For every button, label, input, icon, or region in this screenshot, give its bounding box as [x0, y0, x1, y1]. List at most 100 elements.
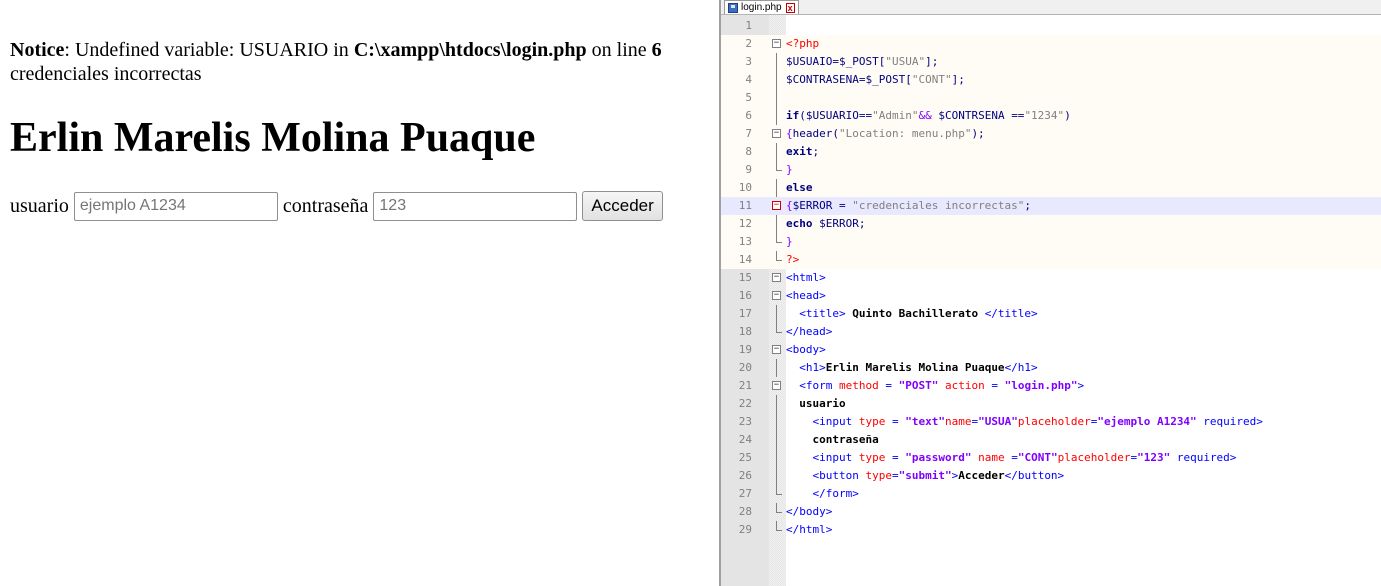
code-text: <input type = "text"name="USUA"placehold…	[786, 413, 1263, 431]
code-token: </form>	[812, 487, 859, 500]
fold-guide	[776, 467, 777, 485]
code-token: </title>	[984, 307, 1038, 320]
code-line[interactable]: 8 exit;	[721, 143, 1381, 161]
code-text: $USUAIO=$_POST["USUA"];	[786, 53, 938, 71]
code-token: <form	[799, 379, 839, 392]
code-line[interactable]: 15 − <html>	[721, 269, 1381, 287]
code-token: ];	[925, 55, 939, 68]
code-token: "Admin"	[872, 109, 919, 122]
error-message: credenciales incorrectas	[10, 63, 202, 85]
code-line[interactable]: 29 </html>	[721, 521, 1381, 539]
code-token: }	[786, 235, 793, 248]
code-text: <input type = "password" name ="CONT"pla…	[786, 449, 1237, 467]
code-line[interactable]: 22 usuario	[721, 395, 1381, 413]
fold-guide	[776, 107, 777, 125]
code-line[interactable]: 1	[721, 17, 1381, 35]
fold-toggle-icon[interactable]: −	[772, 381, 781, 390]
code-token: type	[858, 451, 886, 464]
submit-button[interactable]: Acceder	[582, 191, 663, 221]
code-line[interactable]: 13}	[721, 233, 1381, 251]
code-line[interactable]: 28 </body>	[721, 503, 1381, 521]
code-token: placeholder	[1057, 451, 1131, 464]
code-line[interactable]: 16 − <head>	[721, 287, 1381, 305]
code-token: ;	[1024, 199, 1032, 212]
code-area[interactable]: 1 2− <?php 3 $USUAIO=$_POST["USUA"]; 4 $CONTRA…	[721, 17, 1381, 539]
code-text: contraseña	[786, 431, 879, 449]
fold-toggle-icon[interactable]: −	[772, 273, 781, 282]
code-token: type	[858, 415, 886, 428]
code-line[interactable]: 10 else	[721, 179, 1381, 197]
code-token: "ejemplo A1234"	[1097, 415, 1197, 428]
line-number: 10	[738, 181, 752, 194]
code-token: "text"	[905, 415, 945, 428]
fold-toggle-icon[interactable]: −	[772, 345, 781, 354]
line-number: 13	[738, 235, 752, 248]
code-text: if($USUARIO=="Admin"&& $CONTRSENA =="123…	[786, 107, 1071, 125]
code-line[interactable]: 7 − {header("Location: menu.php");	[721, 125, 1381, 143]
username-input[interactable]	[73, 191, 278, 221]
code-line[interactable]: 3 $USUAIO=$_POST["USUA"];	[721, 53, 1381, 71]
code-text: </body>	[786, 503, 832, 521]
code-token: <?php	[786, 37, 820, 50]
code-line[interactable]: 24 contraseña	[721, 431, 1381, 449]
line-number: 2	[745, 37, 752, 50]
code-token: <head>	[786, 289, 826, 302]
code-token: "credenciales incorrectas"	[852, 199, 1025, 212]
code-token: "login.php"	[1004, 379, 1078, 392]
page-heading: Erlin Marelis Molina Puaque	[10, 115, 536, 161]
code-text: exit;	[786, 143, 819, 161]
code-token: Acceder	[958, 469, 1005, 482]
code-line[interactable]: 11 − {$ERROR = "credenciales incorrectas";	[721, 197, 1381, 215]
code-token: ?>	[786, 253, 800, 266]
fold-end-guide	[776, 161, 782, 171]
fold-guide	[776, 449, 777, 467]
code-token: "CONT"	[911, 73, 952, 86]
code-line[interactable]: 27 </form>	[721, 485, 1381, 503]
code-token: required>	[1170, 451, 1237, 464]
notice-text: : Undefined variable: USUARIO in	[64, 39, 354, 61]
code-text: usuario	[786, 395, 845, 413]
code-token: <h1>	[799, 361, 826, 374]
fold-toggle-icon[interactable]: −	[772, 129, 781, 138]
close-icon[interactable]: x	[785, 2, 795, 13]
code-line[interactable]: 25 <input type = "password" name ="CONT"…	[721, 449, 1381, 467]
code-line[interactable]: 4 $CONTRASENA=$_POST["CONT"];	[721, 71, 1381, 89]
code-line[interactable]: 23 <input type = "text"name="USUA"placeh…	[721, 413, 1381, 431]
code-line[interactable]: 2 − <?php	[721, 35, 1381, 53]
fold-end-guide	[776, 503, 782, 513]
fold-toggle-icon[interactable]: −	[772, 291, 781, 300]
code-line[interactable]: 9}	[721, 161, 1381, 179]
code-line[interactable]: 17 <title> Quinto Bachillerato </title>	[721, 305, 1381, 323]
line-number: 23	[738, 415, 752, 428]
user-label: usuario	[10, 194, 69, 217]
code-token: placeholder	[1017, 415, 1091, 428]
code-token: $ERROR =	[792, 199, 853, 212]
line-number: 14	[738, 253, 752, 266]
code-line[interactable]: 20 <h1>Erlin Marelis Molina Puaque</h1>	[721, 359, 1381, 377]
code-line[interactable]: 14 ?>	[721, 251, 1381, 269]
code-text: <?php	[786, 35, 819, 53]
code-line[interactable]: 6 if($USUARIO=="Admin"&& $CONTRSENA =="12…	[721, 107, 1381, 125]
fold-toggle-icon[interactable]: −	[772, 201, 781, 210]
fold-toggle-icon[interactable]: −	[772, 39, 781, 48]
login-form: usuario contraseña Acceder	[10, 190, 663, 222]
code-line[interactable]: 12 echo $ERROR;	[721, 215, 1381, 233]
code-token: else	[786, 181, 813, 194]
code-token: method	[839, 379, 879, 392]
code-line[interactable]: 5	[721, 89, 1381, 107]
tab-login-php[interactable]: login.php x	[724, 0, 799, 14]
code-line[interactable]: 26 <button type="submit">Acceder</button…	[721, 467, 1381, 485]
code-line[interactable]: 21 − <form method = "POST" action = "logi…	[721, 377, 1381, 395]
password-input[interactable]	[373, 191, 578, 221]
code-line[interactable]: 19 − <body>	[721, 341, 1381, 359]
code-token: ];	[951, 73, 965, 86]
line-number: 16	[738, 289, 752, 302]
code-token: "Location: menu.php"	[838, 127, 972, 140]
code-token: "USUA"	[978, 415, 1018, 428]
line-number: 11	[738, 199, 752, 212]
notice-line-number: 6	[651, 39, 662, 61]
code-line[interactable]: 18 </head>	[721, 323, 1381, 341]
